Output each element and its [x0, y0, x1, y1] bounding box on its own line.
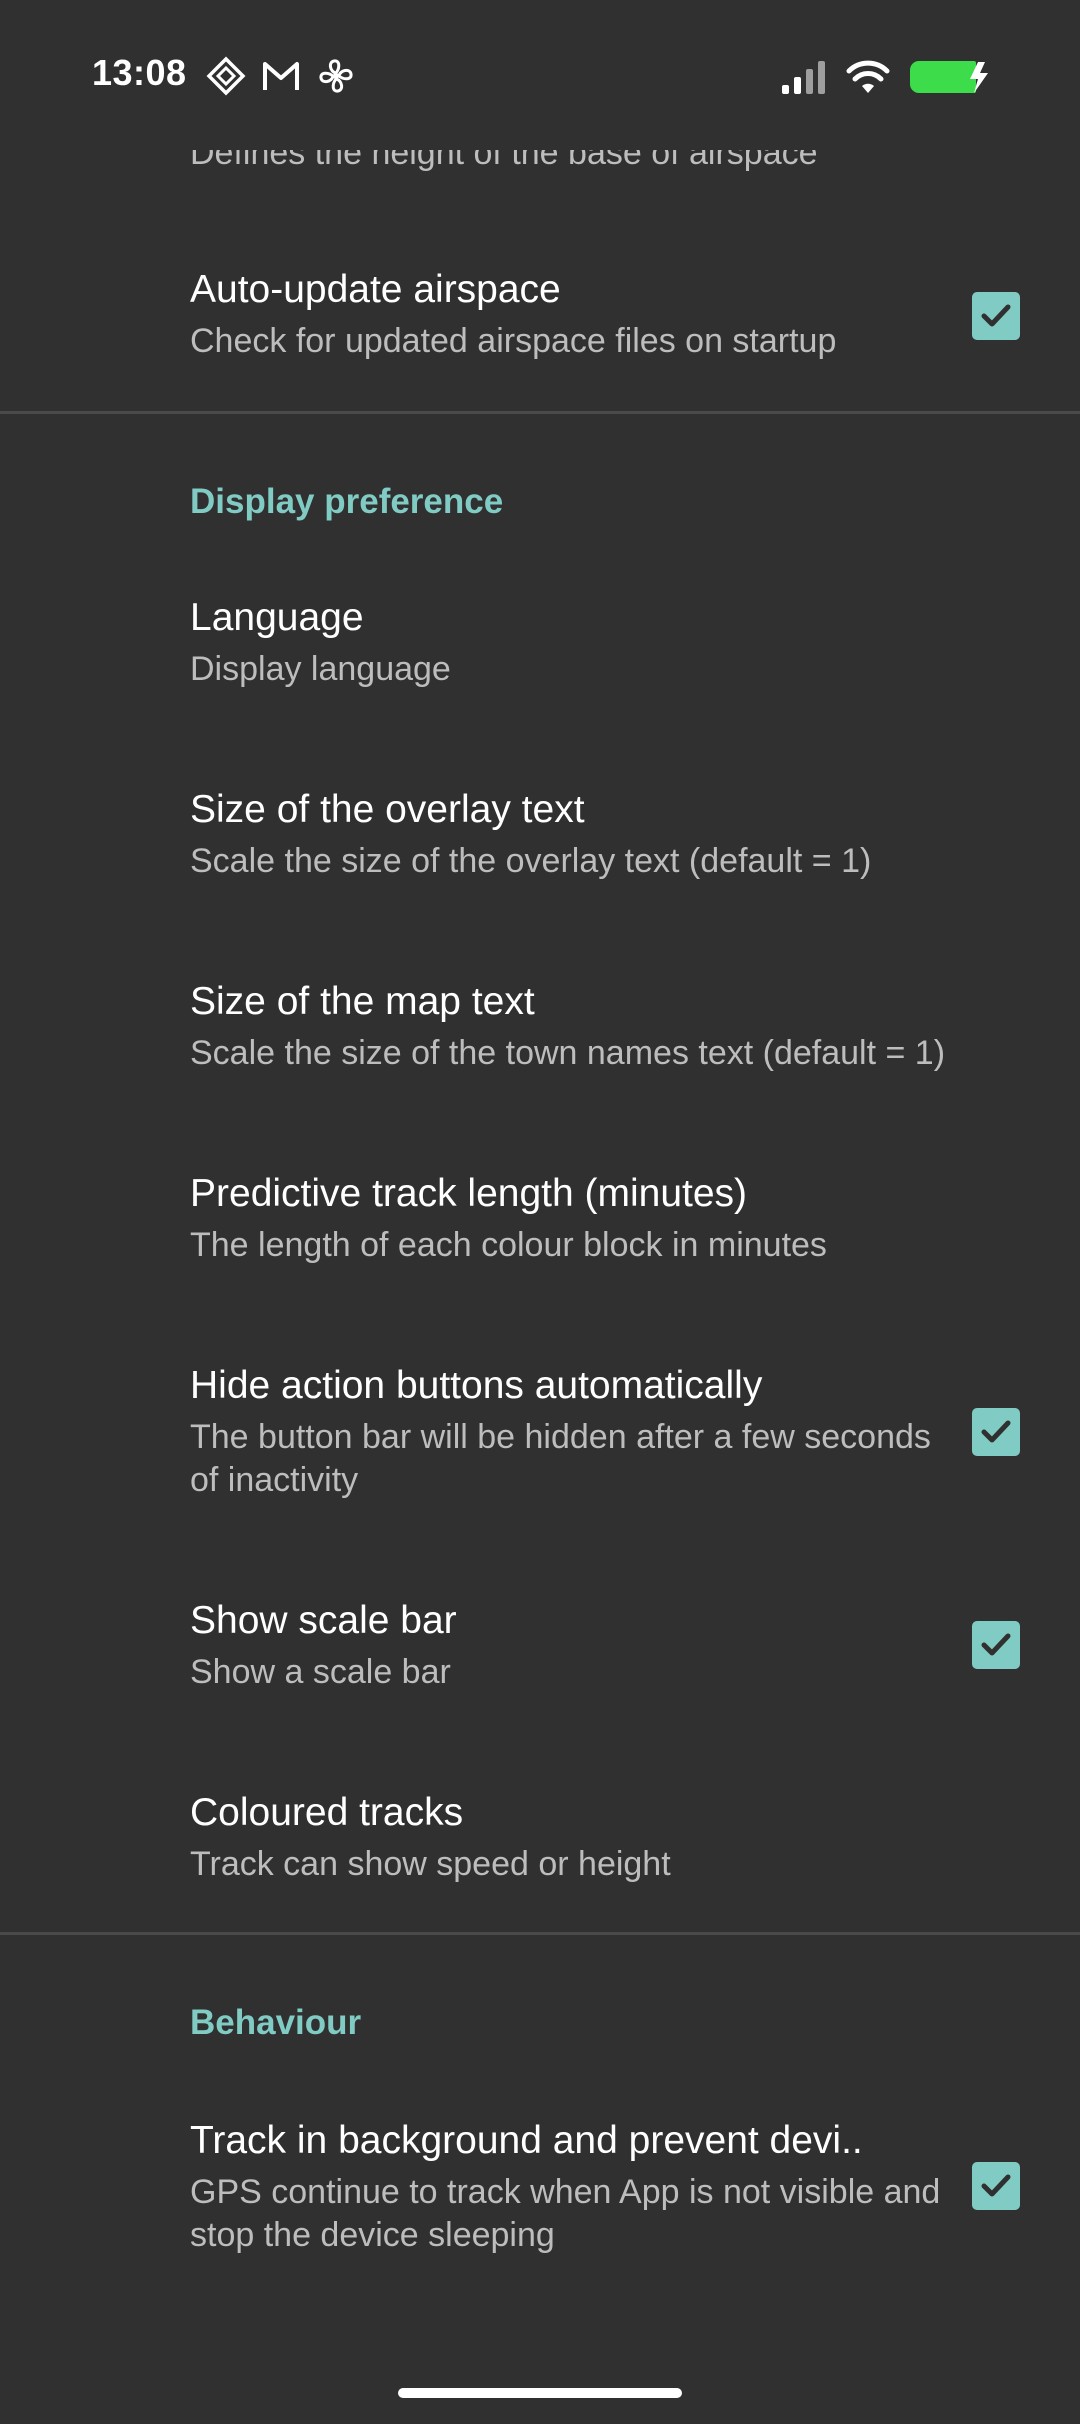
section-divider	[0, 1932, 1080, 1935]
pref-summary: The length of each colour block in minut…	[190, 1226, 827, 1264]
pref-summary: Show a scale bar	[190, 1653, 451, 1691]
pref-hide-action-buttons[interactable]: Hide action buttons automatically The bu…	[190, 1362, 950, 1502]
pref-summary: Scale the size of the town names text (d…	[190, 1034, 946, 1072]
battery-charging-icon	[910, 61, 988, 93]
hide-action-buttons-checkbox[interactable]	[972, 1408, 1020, 1456]
gmail-icon	[263, 62, 299, 90]
show-scale-bar-checkbox[interactable]	[972, 1621, 1020, 1669]
cell-signal-icon	[782, 61, 825, 94]
auto-update-airspace-checkbox[interactable]	[972, 292, 1020, 340]
pref-title: Track in background and prevent devi..	[190, 2119, 863, 2162]
pref-title: Language	[190, 596, 364, 639]
pref-overlay-text-size[interactable]: Size of the overlay text Scale the size …	[190, 786, 1080, 883]
pref-show-scale-bar[interactable]: Show scale bar Show a scale bar	[190, 1597, 1080, 1694]
status-bar: 13:08	[0, 0, 1080, 150]
next-pref-title-partial	[190, 2352, 990, 2362]
home-indicator[interactable]	[398, 2388, 682, 2398]
pref-summary: The button bar will be hidden after a fe…	[190, 1418, 931, 1499]
wifi-icon	[846, 60, 890, 93]
checkmark-icon	[981, 2174, 1011, 2197]
pref-coloured-tracks[interactable]: Coloured tracks Track can show speed or …	[190, 1789, 1080, 1886]
checkmark-icon	[981, 304, 1011, 327]
track-in-background-checkbox[interactable]	[972, 2162, 1020, 2210]
pref-auto-update-airspace[interactable]: Auto-update airspace Check for updated a…	[190, 266, 1080, 363]
checkmark-icon	[981, 1420, 1011, 1443]
checkmark-icon	[981, 1633, 1011, 1656]
diamond-app-icon	[206, 56, 246, 96]
pref-map-text-size[interactable]: Size of the map text Scale the size of t…	[190, 978, 1080, 1075]
pref-predictive-track-length[interactable]: Predictive track length (minutes) The le…	[190, 1170, 1080, 1267]
pref-track-in-background[interactable]: Track in background and prevent devi.. G…	[190, 2117, 950, 2257]
pref-language[interactable]: Language Display language	[190, 594, 1080, 691]
pref-summary: Scale the size of the overlay text (defa…	[190, 842, 872, 880]
pref-summary: GPS continue to track when App is not vi…	[190, 2173, 941, 2254]
status-time: 13:08	[92, 52, 187, 93]
pref-summary: Display language	[190, 650, 451, 688]
pref-title: Predictive track length (minutes)	[190, 1172, 748, 1215]
pref-title: Size of the overlay text	[190, 788, 585, 831]
category-behaviour: Behaviour	[190, 2003, 362, 2042]
settings-screen: Defines the height of the base of airspa…	[0, 0, 1080, 2424]
pref-title: Size of the map text	[190, 980, 535, 1023]
pref-summary: Check for updated airspace files on star…	[190, 322, 837, 360]
pref-summary: Track can show speed or height	[190, 1845, 671, 1883]
section-divider	[0, 411, 1080, 414]
fan-icon	[319, 59, 353, 93]
notification-icons	[206, 56, 356, 96]
pref-title: Coloured tracks	[190, 1791, 464, 1834]
category-display-preference: Display preference	[190, 482, 504, 521]
pref-title: Show scale bar	[190, 1599, 457, 1642]
pref-title: Hide action buttons automatically	[190, 1364, 763, 1407]
pref-title: Auto-update airspace	[190, 268, 561, 311]
system-icons	[780, 58, 992, 96]
